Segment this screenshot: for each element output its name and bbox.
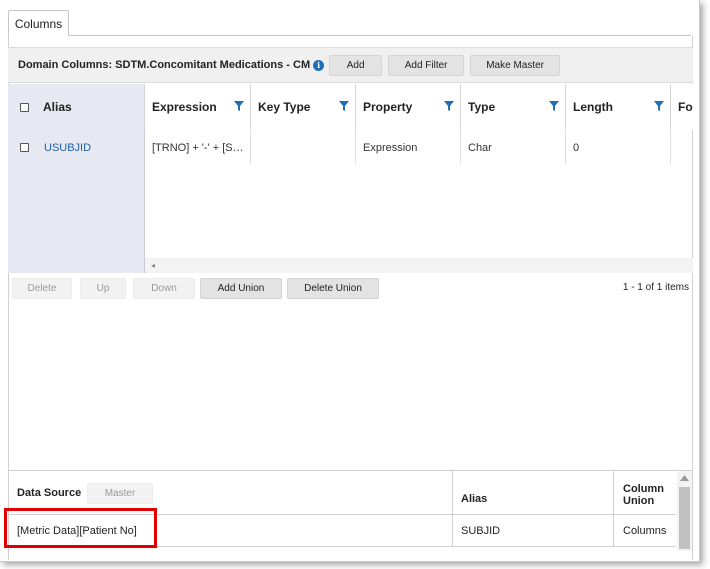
grid-header-row: Alias Expression Key Type Property Type … [8,84,693,130]
column-union-header-label: Column Union [623,483,664,507]
info-icon[interactable]: i [313,59,325,71]
table-row[interactable]: USUBJID [8,131,145,164]
header-format-label: Fo [678,100,693,114]
cell-property-value: Expression [363,141,418,154]
row-checkbox[interactable] [20,143,29,152]
cell-expression[interactable]: [TRNO] + '-' + [S… [145,131,251,164]
down-button-label: Down [151,282,177,294]
down-button[interactable]: Down [133,277,195,299]
scroll-left-icon[interactable]: ◂ [151,261,155,270]
vertical-scrollbar[interactable] [677,471,692,551]
header-format[interactable]: Fo [671,84,693,130]
up-button-label: Up [96,282,110,294]
data-source-alias-header-label: Alias [461,493,488,505]
filter-icon[interactable] [339,101,349,111]
header-length-label: Length [573,100,613,114]
row-alias-link[interactable]: USUBJID [44,142,91,154]
window-frame: Columns Domain Columns: SDTM.Concomitant… [0,0,700,562]
cell-key-type[interactable] [251,131,356,164]
scroll-up-icon[interactable] [680,475,689,481]
tab-columns-label: Columns [14,16,63,31]
make-master-button[interactable]: Make Master [470,54,561,76]
filter-icon[interactable] [234,101,244,111]
data-source-row-alias[interactable]: SUBJID [452,516,500,546]
master-button-label: Master [104,488,136,499]
add-button[interactable]: Add [329,54,383,76]
header-key-type[interactable]: Key Type [251,84,356,130]
add-button-label: Add [346,59,365,71]
cell-format[interactable] [671,131,693,164]
pager-info: 1 - 1 of 1 items [622,282,689,293]
column-union-value: Columns [623,525,667,537]
delete-button-label: Delete [27,282,57,294]
cell-length-value: 0 [573,141,580,154]
domain-columns-title: Domain Columns: SDTM.Concomitant Medicat… [18,59,311,71]
data-source-header: Data Source [8,481,81,505]
data-source-alias-header[interactable]: Alias [452,485,487,513]
header-key-type-label: Key Type [258,100,311,114]
delete-union-button[interactable]: Delete Union [287,277,379,299]
delete-union-button-label: Delete Union [304,282,362,294]
header-length[interactable]: Length [566,84,671,130]
data-source-alias-value: SUBJID [461,525,501,537]
filter-icon[interactable] [549,101,559,111]
select-all-checkbox[interactable] [20,102,29,112]
cell-property[interactable]: Expression [356,131,461,164]
domain-columns-toolbar: Domain Columns: SDTM.Concomitant Medicat… [8,47,693,83]
master-button[interactable]: Master [87,483,153,504]
add-union-button[interactable]: Add Union [200,277,282,299]
filter-icon[interactable] [444,101,454,111]
add-union-button-label: Add Union [217,282,265,294]
cell-expression-value: [TRNO] + '-' + [S… [152,141,244,154]
cell-length[interactable]: 0 [566,131,671,164]
header-expression-label: Expression [152,100,217,114]
cell-type-value: Char [468,141,492,154]
tab-columns[interactable]: Columns [8,10,69,36]
up-button[interactable]: Up [80,277,126,299]
header-expression[interactable]: Expression [145,84,251,130]
columns-grid: Alias Expression Key Type Property Type … [8,84,693,273]
column-union-header[interactable]: Column Union [613,477,664,513]
header-type-label: Type [468,100,496,114]
header-property[interactable]: Property [356,84,461,130]
make-master-button-label: Make Master [486,59,545,71]
filter-icon[interactable] [654,101,664,111]
add-filter-button[interactable]: Add Filter [388,54,465,76]
union-toolbar: Delete Up Down Add Union Delete Union 1 … [8,276,693,300]
header-property-label: Property [363,100,413,114]
header-alias[interactable]: Alias [8,84,145,130]
delete-button[interactable]: Delete [12,277,72,299]
highlight-box [4,508,157,548]
data-source-row-union[interactable]: Columns [613,516,666,546]
cell-type[interactable]: Char [461,131,566,164]
horizontal-scrollbar[interactable]: ◂ [145,258,693,273]
add-filter-button-label: Add Filter [404,59,448,71]
data-source-header-label: Data Source [17,487,82,499]
header-alias-label: Alias [43,100,72,114]
header-type[interactable]: Type [461,84,566,130]
scrollbar-thumb[interactable] [679,487,690,549]
